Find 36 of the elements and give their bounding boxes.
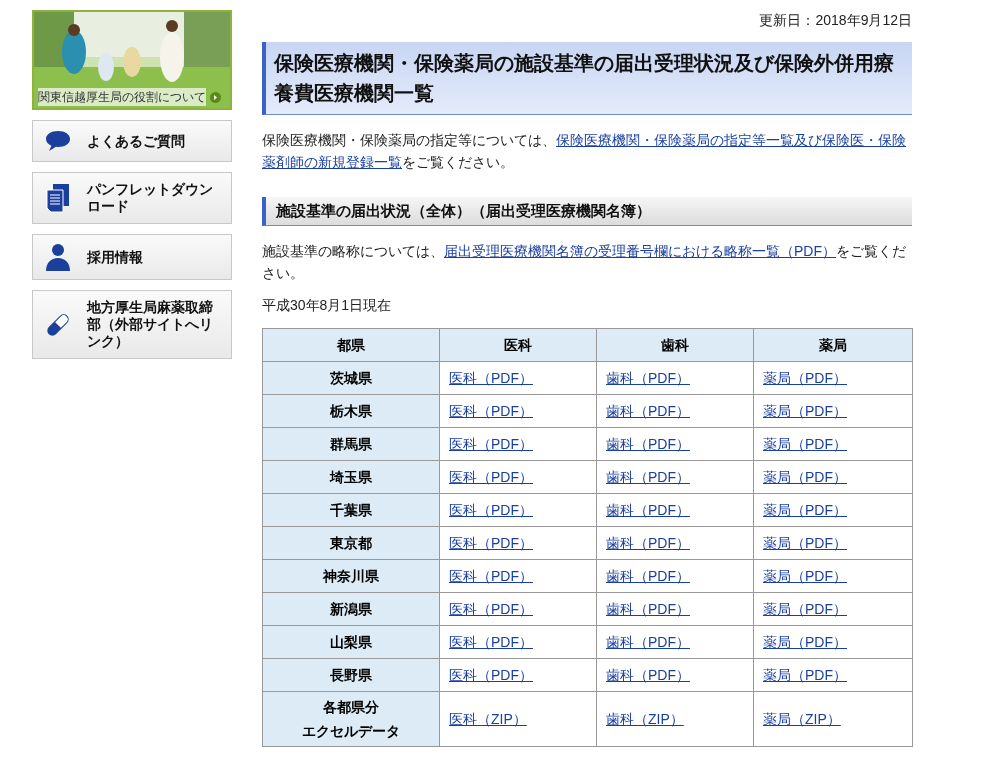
page-title: 保険医療機関・保険薬局の施設基準の届出受理状況及び保険外併用療養費医療機関一覧: [262, 42, 912, 115]
prefecture-name: 東京都: [329, 534, 373, 553]
sidebar-menu-button[interactable]: 採用情報: [32, 234, 232, 280]
note-text: 施設基準の略称については、届出受理医療機関名簿の受理番号欄における略称一覧（PDF）をご覧ください。: [262, 242, 907, 283]
file-link[interactable]: 医科（ZIP）: [449, 710, 527, 727]
column-header: 薬局: [753, 328, 913, 362]
prefecture-name: 新潟県: [329, 600, 373, 619]
column-header: 歯科: [596, 328, 754, 362]
intro-text: 保険医療機関・保険薬局の指定等については、保険医療機関・保険薬局の指定等一覧及び保険医・保険 薬剤師の新規登録一覧をご覧ください。: [262, 131, 907, 172]
prefecture-name: 山梨県: [329, 633, 373, 652]
prefecture-name: 神奈川県: [321, 567, 380, 586]
prefecture-name: 群馬県: [329, 435, 373, 454]
section-title: 施設基準の届出状況（全体）（届出受理医療機関名簿）: [262, 197, 912, 226]
as-of-date: 平成30年8月1日現在: [262, 296, 393, 315]
document-link[interactable]: 保険医療機関・保険薬局の指定等一覧及び保険医・保険: [556, 132, 906, 148]
column-header: 医科: [439, 328, 597, 362]
prefecture-name: 各都県分: [322, 698, 380, 717]
file-link[interactable]: 薬局（ZIP）: [763, 710, 841, 727]
prefecture-name: 栃木県: [329, 402, 373, 421]
banner-caption[interactable]: 関東信越厚生局の役割について: [38, 88, 206, 106]
sidebar-menu-button[interactable]: 地方厚生局麻薬取締部（外部サイトへリンク）: [32, 290, 232, 359]
speech-bubble-icon: [45, 130, 71, 152]
update-date: 更新日：2018年9月12日: [759, 11, 912, 30]
column-header: 都県: [262, 328, 440, 362]
document-link[interactable]: 届出受理医療機関名簿の受理番号欄における略称一覧（PDF）: [444, 243, 836, 259]
prefecture-name: 茨城県: [329, 369, 373, 388]
prefecture-name: 千葉県: [329, 501, 373, 520]
prefecture-name: 埼玉県: [328, 468, 373, 487]
sidebar-menu-button[interactable]: よくあるご質問: [32, 120, 232, 162]
person-icon: [46, 243, 70, 271]
documents-icon: [46, 183, 70, 213]
file-link[interactable]: 歯科（ZIP）: [606, 710, 684, 727]
prefecture-name: 長野県: [329, 666, 373, 685]
document-link[interactable]: 薬剤師の新規登録一覧: [262, 154, 402, 170]
prefecture-name: エクセルデータ: [301, 722, 401, 741]
sidebar-menu-button[interactable]: パンフレットダウンロード: [32, 172, 232, 224]
